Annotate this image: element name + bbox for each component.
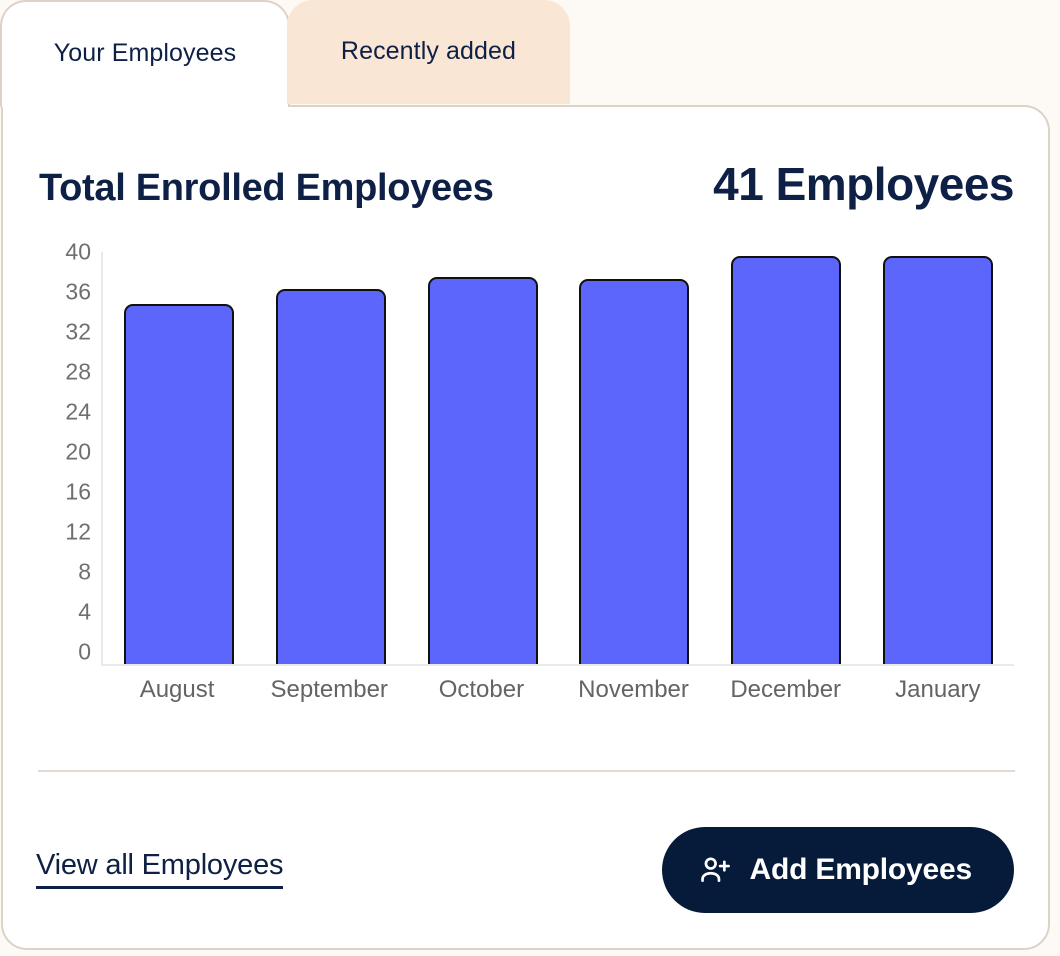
y-axis-tick: 0 [78, 638, 91, 665]
total-employees-value: 41 Employees [713, 158, 1014, 210]
y-axis-tick: 16 [65, 478, 91, 505]
bar-slot [103, 264, 254, 664]
tab-recently-added[interactable]: Recently added [287, 0, 570, 104]
y-axis-tick: 32 [65, 318, 91, 345]
tab-your-employees-label: Your Employees [53, 39, 237, 67]
y-axis-tick: 36 [65, 278, 91, 305]
y-axis-tick: 24 [65, 398, 91, 425]
y-axis-tick: 8 [78, 558, 91, 585]
add-employees-button[interactable]: Add Employees [661, 827, 1014, 913]
bar-series [103, 256, 1014, 664]
bar[interactable] [123, 304, 234, 664]
tab-recently-added-label: Recently added [340, 36, 517, 65]
page-title: Total Enrolled Employees [39, 167, 494, 209]
plot-area [101, 252, 1014, 666]
bar-slot [711, 256, 862, 664]
bar[interactable] [731, 256, 842, 664]
employees-widget: Your Employees Recently added Total Enro… [0, 0, 1060, 956]
bar[interactable] [579, 279, 690, 664]
bar-slot [862, 256, 1013, 664]
bar[interactable] [275, 289, 386, 664]
enrolled-employees-bar-chart: 40 36 32 28 24 20 16 12 8 4 0 August September Octob… [39, 240, 1014, 842]
card-header: Total Enrolled Employees 41 Employees [39, 157, 1014, 211]
x-axis: August September October November December Ja… [101, 676, 1014, 704]
x-axis-tick: September [270, 676, 388, 703]
y-axis-tick: 12 [65, 518, 91, 545]
y-axis: 40 36 32 28 24 20 16 12 8 4 0 [39, 240, 91, 665]
y-axis-tick: 40 [65, 238, 91, 265]
x-axis-tick: January [895, 676, 981, 703]
footer-divider [38, 770, 1015, 772]
y-axis-tick: 20 [65, 438, 91, 465]
bar-slot [559, 264, 710, 664]
tab-bar: Your Employees Recently added [0, 0, 570, 108]
y-axis-tick: 28 [65, 358, 91, 385]
bar-slot [255, 264, 406, 664]
x-axis-tick: November [578, 676, 689, 703]
bar[interactable] [883, 256, 994, 664]
y-axis-tick: 4 [78, 598, 91, 625]
bar[interactable] [427, 277, 538, 664]
tab-your-employees[interactable]: Your Employees [0, 0, 290, 107]
card-footer: View all Employees Add Employees [36, 825, 1014, 915]
person-plus-icon [698, 853, 732, 887]
x-axis-tick: October [438, 676, 525, 703]
employees-card: Total Enrolled Employees 41 Employees 40… [1, 105, 1050, 950]
tab-card-seam [3, 104, 286, 109]
view-all-employees-link[interactable]: View all Employees [36, 851, 284, 889]
x-axis-tick: December [730, 676, 842, 703]
add-employees-label: Add Employees [749, 853, 973, 886]
bar-slot [407, 264, 558, 664]
x-axis-tick: August [139, 676, 215, 703]
